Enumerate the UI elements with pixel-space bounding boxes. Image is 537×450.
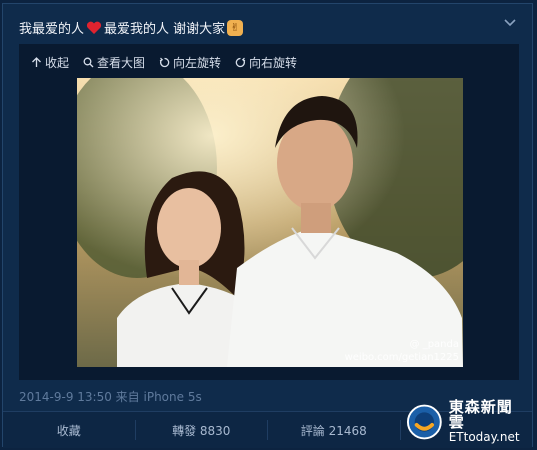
favorite-label: 收藏 — [56, 423, 81, 438]
media-panel: 收起 查看大图 向左旋转 向右旋转 @ _panda weibo.com/get… — [19, 44, 519, 380]
ettoday-logo-text: 東森新聞雲 ETtoday.net — [448, 397, 526, 445]
collapse-button[interactable]: 收起 — [31, 52, 69, 72]
rotate-right-label: 向右旋转 — [249, 55, 298, 70]
rotate-right-button[interactable]: 向右旋转 — [235, 52, 297, 72]
post-text-part1: 我最爱的人 — [19, 22, 85, 37]
collapse-label: 收起 — [45, 55, 70, 70]
rotate-left-label: 向左旋转 — [173, 55, 222, 70]
view-large-button[interactable]: 查看大图 — [83, 52, 145, 72]
ettoday-logo-en: ETtoday.net — [448, 429, 520, 444]
ettoday-logo: 東森新聞雲 ETtoday.net — [406, 397, 526, 445]
watermark-url: weibo.com/getian1225 — [344, 352, 459, 363]
ettoday-logo-mark — [406, 404, 442, 440]
ettoday-logo-cn: 東森新聞雲 — [448, 397, 513, 431]
rock-hand-icon: ✌ — [227, 19, 244, 36]
rotate-left-icon — [159, 57, 170, 67]
weibo-post-card: 我最爱的人 最爱我的人 谢谢大家 ✌ 收起 查看大图 向左旋转 向右旋转 @ _… — [2, 3, 533, 448]
post-text: 我最爱的人 最爱我的人 谢谢大家 ✌ — [19, 18, 244, 37]
heart-icon — [86, 21, 102, 34]
post-text-part2: 最爱我的人 谢谢大家 — [104, 22, 226, 37]
post-photo[interactable]: @ _panda weibo.com/getian1225 — [77, 78, 463, 367]
comment-label: 評論 21468 — [300, 423, 367, 438]
collapse-icon — [32, 56, 41, 67]
comment-button[interactable]: 評論 21468 — [268, 412, 400, 448]
rotate-left-button[interactable]: 向左旋转 — [159, 52, 221, 72]
chevron-down-icon[interactable] — [502, 14, 518, 30]
media-toolbar: 收起 查看大图 向左旋转 向右旋转 — [31, 52, 297, 72]
repost-button[interactable]: 轉發 8830 — [136, 412, 268, 448]
repost-label: 轉發 8830 — [172, 423, 231, 438]
photo-watermark: @ _panda weibo.com/getian1225 — [345, 338, 459, 364]
favorite-button[interactable]: 收藏 — [3, 412, 135, 448]
view-large-label: 查看大图 — [97, 55, 146, 70]
post-meta: 2014-9-9 13:50 来自 iPhone 5s — [19, 390, 202, 404]
watermark-handle: @ _panda — [409, 339, 459, 350]
rotate-right-icon — [235, 57, 246, 67]
couple-photo-image — [77, 78, 463, 367]
search-icon — [83, 57, 94, 67]
